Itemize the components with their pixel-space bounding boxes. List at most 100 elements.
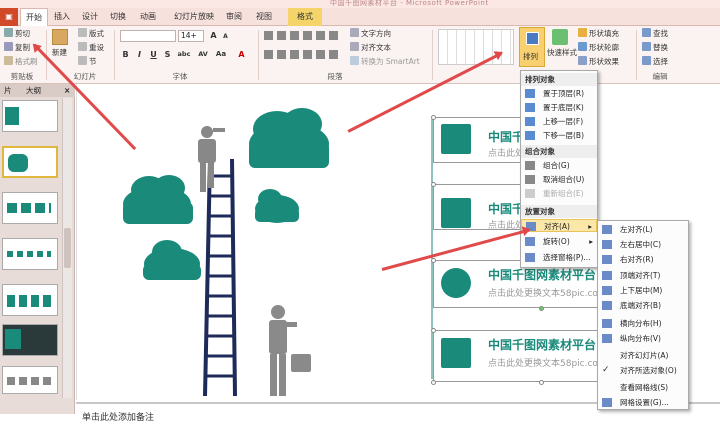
cut-button[interactable]: 剪切 xyxy=(4,28,30,39)
card-subtitle[interactable]: 点击此处 xyxy=(488,146,524,159)
notes-placeholder[interactable]: 单击此处添加备注 xyxy=(82,410,154,423)
slide-thumbnail[interactable] xyxy=(2,100,58,132)
close-pane-icon[interactable]: × xyxy=(64,84,70,97)
rotate-handle[interactable] xyxy=(539,306,544,311)
copy-button[interactable]: 复制 xyxy=(4,42,30,53)
slide-thumbnail[interactable] xyxy=(2,366,58,394)
ungroup-item[interactable]: 取消组合(U) xyxy=(521,173,597,186)
tab-transitions[interactable]: 切换 xyxy=(106,8,130,26)
shrink-font-button[interactable]: A xyxy=(220,33,231,40)
alignment-buttons[interactable] xyxy=(264,50,340,59)
font-color-button[interactable]: A xyxy=(236,50,247,59)
tab-slideshow[interactable]: 幻灯片放映 xyxy=(170,8,218,26)
shapes-gallery[interactable] xyxy=(438,29,514,65)
align-item[interactable]: 对齐(A) ▸ xyxy=(521,219,597,232)
char-spacing-button[interactable]: AV xyxy=(196,50,210,58)
shape-outline-button[interactable]: 形状轮廓 xyxy=(578,42,619,53)
shape-effects-button[interactable]: 形状效果 xyxy=(578,56,619,67)
card-title[interactable]: 中国千图网素材平台 xyxy=(488,266,596,283)
tab-view[interactable]: 视图 xyxy=(252,8,276,26)
align-top-item[interactable]: 顶端对齐(T) xyxy=(598,269,688,282)
font-size-combo[interactable]: 14+ xyxy=(178,30,204,42)
tab-review[interactable]: 审阅 xyxy=(222,8,246,26)
scrollbar-thumb[interactable] xyxy=(64,228,71,268)
font-name-combo[interactable] xyxy=(120,30,176,42)
replace-button[interactable]: 替换 xyxy=(642,42,668,53)
checkmark-icon: ✓ xyxy=(602,365,610,375)
resize-handle[interactable] xyxy=(431,258,436,263)
align-text-button[interactable]: 对齐文本 xyxy=(350,42,391,53)
arrange-button[interactable]: 排列 xyxy=(519,27,545,67)
pane-scrollbar[interactable] xyxy=(62,98,72,398)
grid-settings-item[interactable]: 网格设置(G)... xyxy=(598,396,688,409)
change-case-button[interactable]: Aa xyxy=(214,50,228,58)
send-backward-item[interactable]: 下移一层(B) xyxy=(521,129,597,142)
distribute-vertical-icon xyxy=(602,334,612,343)
align-right-item[interactable]: 右对齐(R) xyxy=(598,253,688,266)
underline-button[interactable]: U xyxy=(148,50,159,59)
card-subtitle[interactable]: 点击此处 xyxy=(488,218,524,231)
tab-design[interactable]: 设计 xyxy=(78,8,102,26)
tab-insert[interactable]: 插入 xyxy=(50,8,74,26)
slide-thumbnail[interactable] xyxy=(2,192,58,224)
align-selected-objects-item[interactable]: ✓ 对齐所选对象(O) xyxy=(598,364,688,377)
slide-thumbnail-selected[interactable] xyxy=(2,146,58,178)
group-item[interactable]: 组合(G) xyxy=(521,159,597,172)
bring-to-front-item[interactable]: 置于顶层(R) xyxy=(521,87,597,100)
grid-icon xyxy=(602,398,612,407)
resize-handle[interactable] xyxy=(431,182,436,187)
list-buttons[interactable] xyxy=(264,31,340,40)
bring-forward-item[interactable]: 上移一层(F) xyxy=(521,115,597,128)
align-middle-item[interactable]: 上下居中(M) xyxy=(598,284,688,297)
distribute-vertical-item[interactable]: 纵向分布(V) xyxy=(598,332,688,345)
distribute-horizontal-item[interactable]: 横向分布(H) xyxy=(598,317,688,330)
new-slide-icon[interactable] xyxy=(52,29,68,45)
convert-smartart-button[interactable]: 转换为 SmartArt xyxy=(350,56,420,67)
layout-button[interactable]: 版式 xyxy=(78,28,104,39)
text-direction-button[interactable]: 文字方向 xyxy=(350,28,391,39)
shadow-button[interactable]: abc xyxy=(176,50,192,58)
find-button[interactable]: 查找 xyxy=(642,28,668,39)
tab-outline[interactable]: 大纲 xyxy=(26,84,41,97)
new-slide-button[interactable]: 新建 xyxy=(52,48,67,58)
layout-icon xyxy=(78,28,87,37)
card-subtitle[interactable]: 点击此处更换文本58pic.com xyxy=(488,356,607,369)
italic-button[interactable]: I xyxy=(134,50,145,59)
align-left-icon xyxy=(602,225,612,234)
grow-font-button[interactable]: A xyxy=(208,31,219,40)
resize-handle[interactable] xyxy=(431,328,436,333)
thumbnail-graphic xyxy=(5,329,21,349)
send-to-back-item[interactable]: 置于底层(K) xyxy=(521,101,597,114)
section-button[interactable]: 节 xyxy=(78,56,97,67)
tab-animations[interactable]: 动画 xyxy=(136,8,160,26)
align-to-slide-item[interactable]: 对齐幻灯片(A) xyxy=(598,349,688,362)
regroup-item[interactable]: 重新组合(E) xyxy=(521,187,597,200)
align-center-item[interactable]: 左右居中(C) xyxy=(598,238,688,251)
resize-handle[interactable] xyxy=(431,380,436,385)
card-title[interactable]: 中国千图网素材平台 xyxy=(488,336,596,353)
align-left-item[interactable]: 左对齐(L) xyxy=(598,223,688,236)
slide-thumbnail[interactable] xyxy=(2,238,58,270)
slide-thumbnail[interactable] xyxy=(2,324,58,356)
resize-handle[interactable] xyxy=(539,380,544,385)
tab-slides[interactable]: 片 xyxy=(4,84,12,97)
select-button[interactable]: 选择 xyxy=(642,56,668,67)
slide-thumbnail[interactable] xyxy=(2,284,58,316)
format-painter-button[interactable]: 格式刷 xyxy=(4,56,38,67)
title-bar: 中国千图网素材平台 - Microsoft PowerPoint xyxy=(0,0,720,8)
tab-home[interactable]: 开始 xyxy=(20,8,48,27)
resize-handle[interactable] xyxy=(431,115,436,120)
rotate-item[interactable]: 旋转(O) ▸ xyxy=(521,235,597,248)
bold-button[interactable]: B xyxy=(120,50,131,59)
shape-fill-button[interactable]: 形状填充 xyxy=(578,28,619,39)
reset-button[interactable]: 重设 xyxy=(78,42,104,53)
quick-styles-button[interactable]: 快速样式 xyxy=(547,48,577,58)
quick-styles-icon[interactable] xyxy=(552,29,568,45)
selection-pane-item[interactable]: 选择窗格(P)... xyxy=(521,251,597,264)
file-tab[interactable]: ▣ xyxy=(0,8,18,26)
view-gridlines-item[interactable]: 查看网格线(S) xyxy=(598,381,688,394)
align-bottom-item[interactable]: 底端对齐(B) xyxy=(598,299,688,312)
strikethrough-button[interactable]: S xyxy=(162,50,173,59)
card-subtitle[interactable]: 点击此处更换文本58pic.com xyxy=(488,286,607,299)
tab-format[interactable]: 格式 xyxy=(288,8,322,26)
